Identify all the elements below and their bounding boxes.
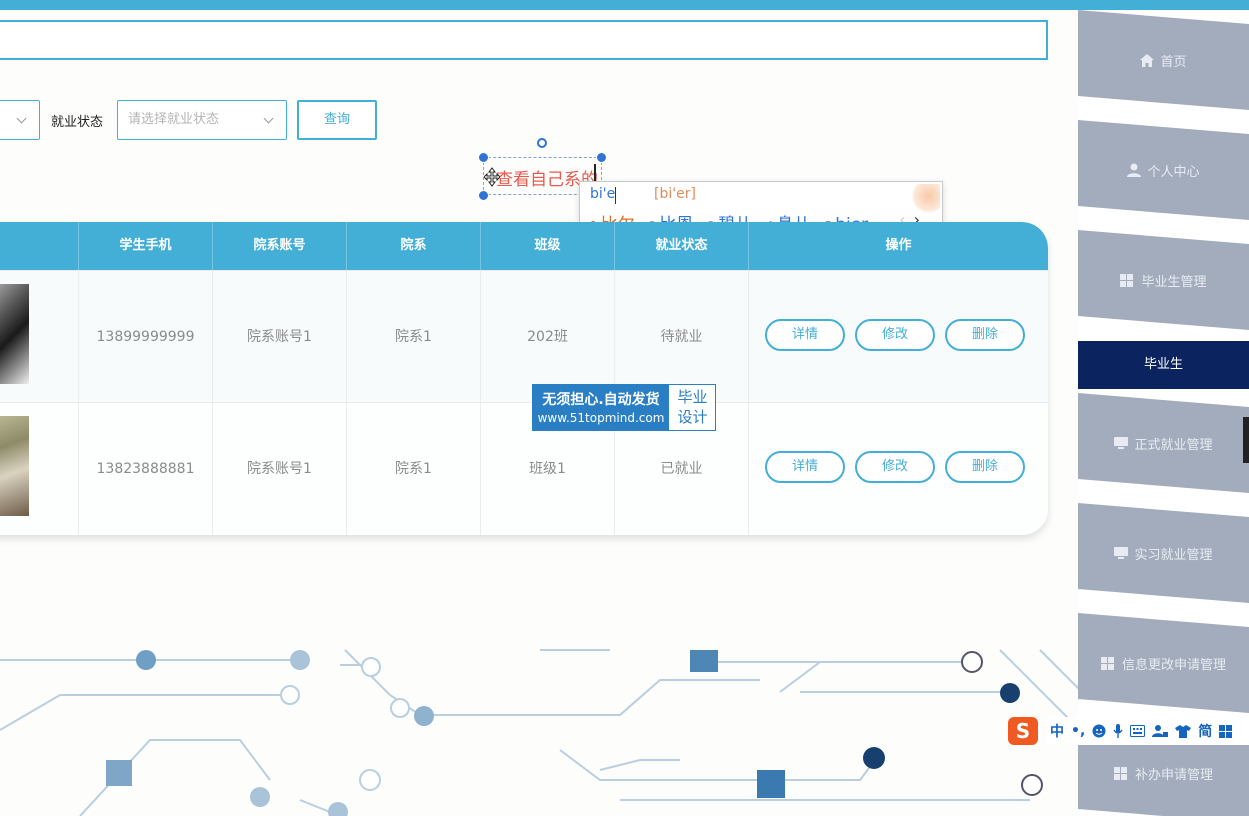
sidebar-item-label: 个人中心	[1147, 164, 1200, 180]
sidebar-item-personal-center[interactable]: 个人中心	[1078, 120, 1249, 220]
dept-account-cell: 院系账号1	[212, 271, 346, 403]
dept-cell: 院系1	[346, 403, 480, 535]
photo-cell	[0, 271, 78, 403]
top-bar	[0, 0, 1249, 10]
phone-cell: 13899999999	[78, 271, 212, 403]
status-select-placeholder: 请选择就业状态	[128, 112, 220, 127]
sidebar-item-home[interactable]: 首页	[1078, 10, 1249, 110]
resize-handle-top-right[interactable]	[596, 152, 607, 163]
table-header-cell: 班级	[480, 222, 614, 270]
query-button[interactable]: 查询	[297, 100, 377, 140]
dept-cell: 院系1	[346, 271, 480, 403]
skin-shirt-icon[interactable]	[1175, 724, 1192, 738]
ime-toolbar: S 中 •, 简	[1008, 716, 1249, 746]
previous-filter-select[interactable]	[0, 100, 40, 140]
table-header-cell: 院系账号	[212, 222, 346, 270]
sidebar-item-label: 实习就业管理	[1134, 547, 1213, 563]
chevron-down-icon	[16, 113, 27, 124]
actions-cell: 详情 修改 删除	[748, 271, 1048, 403]
sidebar-item-label: 补办申请管理	[1134, 767, 1213, 783]
table-row: 13823888881 院系账号1 院系1 班级1 已就业 详情 修改 删除	[0, 402, 1048, 535]
sidebar-item-label: 首页	[1160, 54, 1187, 70]
table-header-cell: 操作	[748, 222, 1048, 270]
sidebar-item-label: 信息更改申请管理	[1121, 657, 1226, 673]
ime-toolbox-icon[interactable]	[1219, 724, 1233, 738]
ime-toolbar-bar: 中 •, 简	[1046, 717, 1249, 745]
ime-pinyin: [bi'er]	[654, 186, 696, 202]
circuit-background	[0, 649, 1080, 816]
ime-cursor	[615, 187, 616, 204]
status-filter-label: 就业状态	[51, 115, 104, 130]
watermark-left: 无须担心.自动发货 www.51topmind.com	[533, 385, 669, 430]
sidebar-subitem-graduate[interactable]: 毕业生	[1078, 341, 1249, 389]
student-photo[interactable]	[0, 284, 29, 384]
watermark-right: 毕业 设计	[669, 385, 716, 430]
photo-cell	[0, 403, 78, 535]
monitor-icon	[1114, 546, 1129, 559]
filter-row: 就业状态 请选择就业状态 查询	[0, 100, 400, 140]
microphone-icon[interactable]	[1113, 724, 1123, 738]
move-cursor-icon	[484, 167, 500, 187]
edit-button[interactable]: 修改	[855, 319, 935, 351]
emoji-icon[interactable]	[1092, 724, 1106, 738]
resize-handle-top-left[interactable]	[478, 152, 489, 163]
delete-button[interactable]: 删除	[945, 319, 1025, 351]
detail-button[interactable]: 详情	[765, 319, 845, 351]
table-header-cell: 就业状态	[614, 222, 748, 270]
resize-handle-bottom-left[interactable]	[478, 190, 489, 201]
chevron-down-icon	[263, 113, 274, 124]
edit-button[interactable]: 修改	[855, 451, 935, 483]
sidebar-item-internship-employment[interactable]: 实习就业管理	[1078, 503, 1249, 603]
keyboard-icon[interactable]	[1130, 725, 1146, 737]
rotate-handle[interactable]	[537, 138, 547, 148]
grid-icon	[1100, 656, 1114, 670]
watermark-slogan: 无须担心.自动发货	[542, 392, 660, 408]
sogou-logo-icon[interactable]: S	[1008, 717, 1038, 745]
grid-icon	[1120, 273, 1134, 287]
watermark-url: www.51topmind.com	[537, 411, 665, 425]
watermark-badge: 无须担心.自动发货 www.51topmind.com 毕业 设计	[532, 384, 716, 431]
sidebar-item-formal-employment[interactable]: 正式就业管理	[1078, 393, 1249, 493]
table-header: 学生手机 院系账号 院系 班级 就业状态 操作	[0, 222, 1048, 270]
user-icon	[1127, 163, 1142, 177]
search-input[interactable]	[0, 20, 1048, 60]
sidebar: 首页 个人中心 毕业生管理 毕业生 正式就业管理 实习就业管理 信息更改申请管理…	[1078, 10, 1249, 816]
sidebar-item-graduate-management[interactable]: 毕业生管理	[1078, 230, 1249, 330]
ime-input-text: bi'e	[590, 186, 616, 202]
grid-icon	[1113, 766, 1127, 780]
user-settings-icon[interactable]	[1152, 724, 1169, 738]
sidebar-item-label: 毕业生管理	[1141, 274, 1207, 290]
table-header-photo	[0, 222, 78, 270]
table-header-cell: 院系	[346, 222, 480, 270]
sidebar-item-info-change-requests[interactable]: 信息更改申请管理	[1078, 613, 1249, 713]
ime-simplified-toggle[interactable]: 简	[1198, 721, 1212, 741]
scroll-handle[interactable]	[1243, 417, 1249, 463]
phone-cell: 13823888881	[78, 403, 212, 535]
table-row: 13899999999 院系账号1 院系1 202班 待就业 详情 修改 删除	[0, 270, 1048, 403]
watermark-word: 设计	[677, 408, 708, 426]
delete-button[interactable]: 删除	[945, 451, 1025, 483]
ime-language-toggle[interactable]: 中	[1050, 721, 1064, 741]
monitor-icon	[1114, 436, 1129, 449]
home-icon	[1140, 53, 1155, 67]
data-table: 学生手机 院系账号 院系 班级 就业状态 操作 13899999999 院系账号…	[0, 222, 1048, 535]
sidebar-item-label: 正式就业管理	[1134, 437, 1213, 453]
watermark-word: 毕业	[677, 388, 708, 406]
detail-button[interactable]: 详情	[765, 451, 845, 483]
table-header-cell: 学生手机	[78, 222, 212, 270]
ime-skin-logo	[912, 184, 940, 214]
ime-punctuation-toggle[interactable]: •,	[1071, 723, 1085, 739]
dept-account-cell: 院系账号1	[212, 403, 346, 535]
status-select[interactable]: 请选择就业状态	[117, 100, 287, 140]
actions-cell: 详情 修改 删除	[748, 403, 1048, 535]
student-photo[interactable]	[0, 416, 29, 516]
